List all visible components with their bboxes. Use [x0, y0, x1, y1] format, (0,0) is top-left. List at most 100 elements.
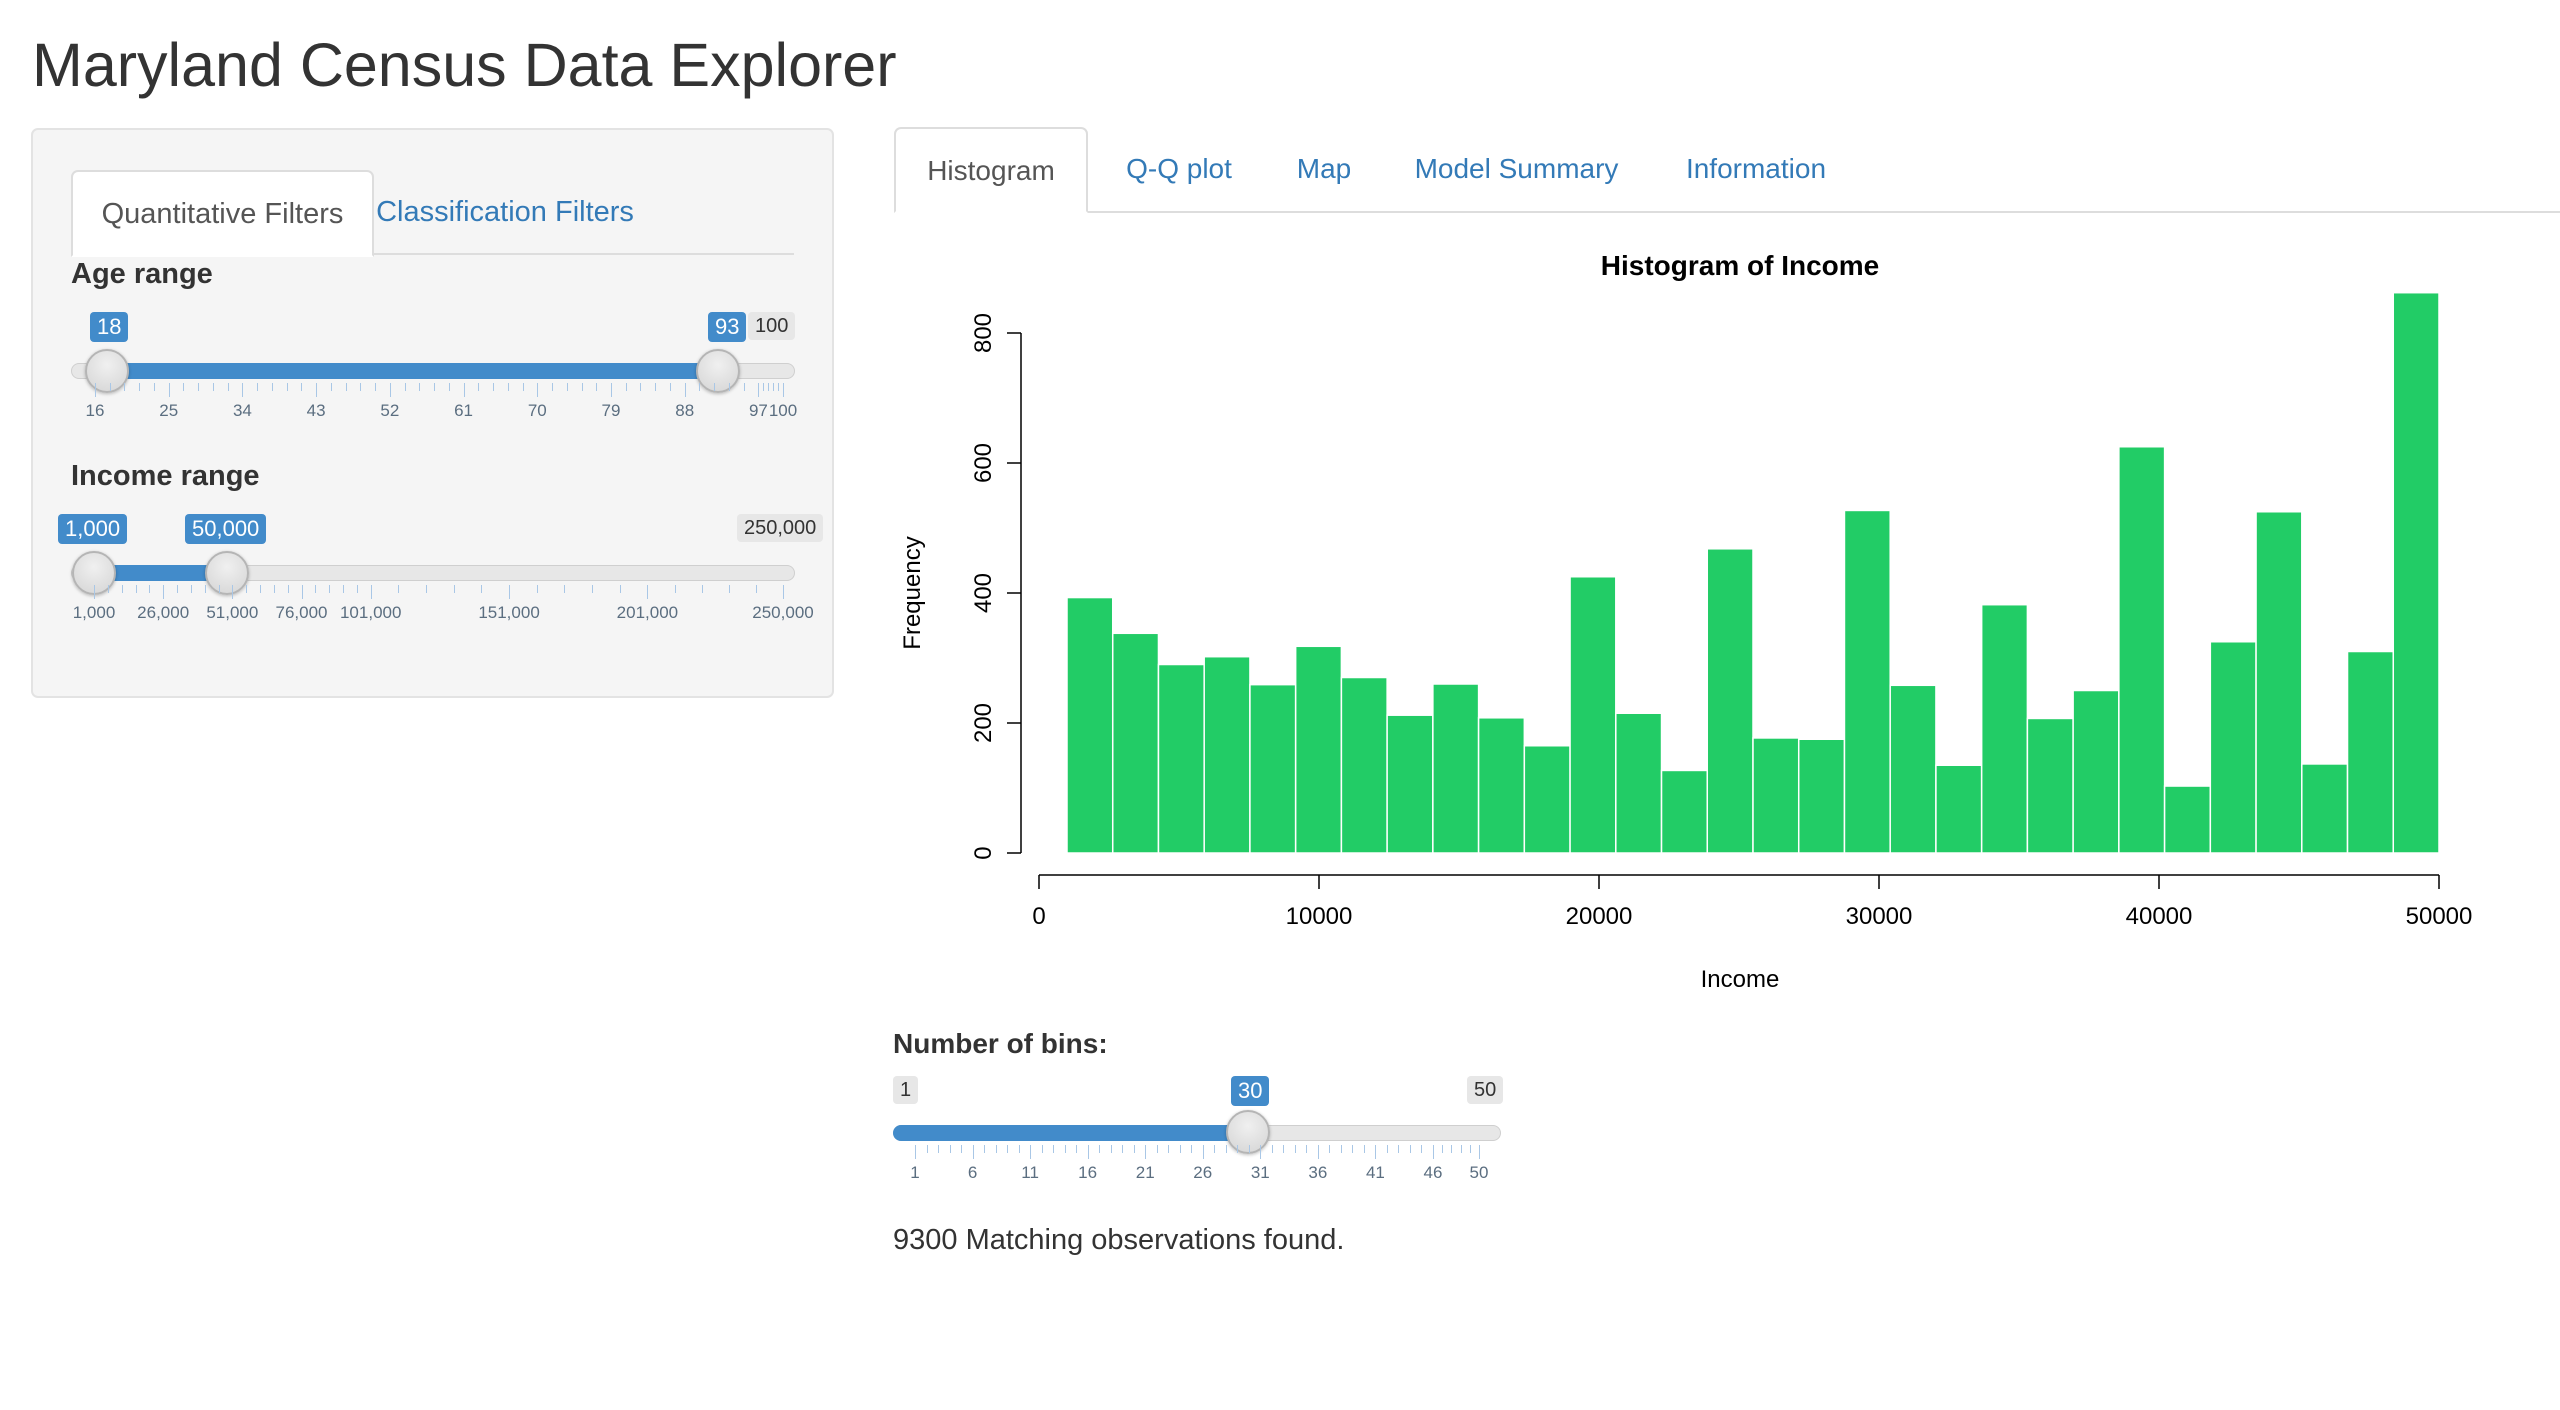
slider-minor-tick — [218, 585, 220, 593]
age-from-badge: 18 — [90, 312, 129, 342]
slider-minor-tick — [301, 383, 303, 391]
slider-minor-tick — [1179, 1145, 1181, 1153]
slider-tick-label: 46 — [1423, 1163, 1443, 1182]
bins-label: Number of bins: — [893, 1028, 1108, 1059]
income-to-badge: 50,000 — [185, 514, 267, 544]
slider-minor-tick — [1225, 1145, 1227, 1153]
slider-major-tick — [1375, 1145, 1377, 1159]
slider-major-tick — [783, 585, 784, 599]
age-range-slider[interactable]: 18 93 100 16 25 34 43 52 61 70 79 88 97 100 — [71, 300, 801, 420]
slider-minor-tick — [536, 585, 538, 593]
slider-minor-tick — [1386, 1145, 1388, 1153]
slider-major-tick — [94, 585, 95, 599]
slider-major-tick — [647, 585, 649, 599]
slider-tick-label: 1 — [910, 1163, 920, 1182]
slider-minor-tick — [728, 585, 730, 593]
slider-minor-tick — [1133, 1145, 1135, 1153]
slider-minor-tick — [257, 383, 259, 391]
histogram-bar — [1889, 684, 1937, 854]
slider-minor-tick — [768, 383, 770, 391]
income-to-handle[interactable] — [205, 551, 249, 595]
histogram-bar — [2301, 763, 2349, 854]
income-from-badge: 1,000 — [58, 514, 128, 544]
tab-quantitative-filters[interactable]: Quantitative Filters — [71, 170, 374, 257]
slider-minor-tick — [434, 383, 436, 391]
slider-minor-tick — [1214, 1145, 1216, 1153]
age-range-label: Age range — [71, 258, 213, 290]
histogram-bar — [2392, 291, 2440, 854]
histogram-bar — [1706, 548, 1754, 854]
bins-slider[interactable]: 1 30 50 1 6 11 16 21 26 31 36 41 46 50 — [893, 1070, 1513, 1182]
histogram-bar — [2209, 641, 2257, 854]
slider-minor-tick — [743, 383, 745, 391]
tab-model-summary[interactable]: Model Summary — [1394, 127, 1639, 210]
slider-minor-tick — [592, 585, 594, 593]
y-tick-label: 800 — [970, 313, 997, 353]
y-tick-label: 200 — [970, 703, 997, 743]
age-to-handle[interactable] — [696, 349, 740, 393]
slider-minor-tick — [139, 383, 141, 391]
slider-tick-label: 6 — [967, 1163, 978, 1182]
slider-minor-tick — [522, 383, 524, 391]
slider-major-tick — [1030, 1145, 1032, 1159]
x-tick-label: 10000 — [1286, 903, 1353, 930]
bins-min-badge: 1 — [893, 1076, 919, 1104]
slider-minor-tick — [453, 585, 455, 593]
slider-minor-tick — [701, 585, 703, 593]
slider-tick-label: 1,000 — [72, 603, 116, 622]
slider-minor-tick — [1460, 1145, 1462, 1153]
slider-minor-tick — [1363, 1145, 1365, 1153]
tab-information[interactable]: Information — [1656, 127, 1856, 210]
slider-major-tick — [783, 383, 784, 397]
y-tick-label: 400 — [970, 573, 997, 613]
slider-minor-tick — [419, 383, 421, 391]
slider-minor-tick — [198, 383, 200, 391]
y-tick-label: 0 — [970, 846, 997, 859]
tab-histogram[interactable]: Histogram — [894, 127, 1088, 213]
histogram-chart: Histogram of Income 0 10000 20000 30000 40000… — [899, 250, 2472, 993]
histogram-bar — [1249, 683, 1297, 854]
slider-major-tick — [1317, 1145, 1319, 1159]
slider-tick-label: 51,000 — [206, 603, 259, 622]
slider-minor-tick — [204, 585, 206, 593]
slider-minor-tick — [1018, 1145, 1020, 1153]
slider-tick-label: 151,000 — [478, 603, 540, 622]
slider-minor-tick — [190, 585, 192, 593]
slider-tick-label: 88 — [675, 401, 695, 420]
app-title: Maryland Census Data Explorer — [32, 31, 897, 99]
slider-tick-label: 101,000 — [339, 603, 402, 622]
slider-minor-tick — [669, 383, 671, 391]
slider-minor-tick — [581, 383, 583, 391]
slider-minor-tick — [1168, 1145, 1170, 1153]
tab-classification-filters[interactable]: Classification Filters — [376, 170, 634, 255]
age-from-handle[interactable] — [85, 349, 129, 393]
slider-major-tick — [301, 585, 303, 599]
x-tick-label: 0 — [1032, 903, 1045, 930]
histogram-bar — [1843, 509, 1891, 854]
slider-tick-label: 34 — [232, 401, 252, 420]
slider-major-tick — [1145, 1145, 1147, 1159]
slider-minor-tick — [773, 383, 775, 391]
tab-map[interactable]: Map — [1272, 127, 1376, 210]
slider-tick-label: 52 — [380, 401, 400, 420]
slider-tick-label: 76,000 — [275, 603, 328, 622]
slider-minor-tick — [728, 383, 730, 391]
histogram-bar — [2026, 717, 2074, 854]
age-slider-fill — [107, 363, 718, 379]
slider-major-tick — [537, 383, 539, 397]
y-axis-label: Frequency — [899, 536, 926, 649]
slider-minor-tick — [699, 383, 701, 391]
income-range-slider[interactable]: 1,000 50,000 250,000 1,000 26,000 51,000 76… — [58, 502, 824, 622]
bins-max-badge: 50 — [1467, 1076, 1504, 1104]
slider-major-tick — [242, 383, 244, 397]
slider-minor-tick — [674, 585, 676, 593]
slider-minor-tick — [107, 585, 109, 593]
slider-minor-tick — [478, 383, 480, 391]
slider-minor-tick — [448, 383, 450, 391]
slider-tick-label: 11 — [1021, 1163, 1039, 1182]
slider-tick-label: 70 — [527, 401, 547, 420]
slider-minor-tick — [1122, 1145, 1124, 1153]
slider-minor-tick — [135, 585, 137, 593]
tab-qq-plot[interactable]: Q-Q plot — [1104, 127, 1254, 210]
slider-minor-tick — [183, 383, 185, 391]
